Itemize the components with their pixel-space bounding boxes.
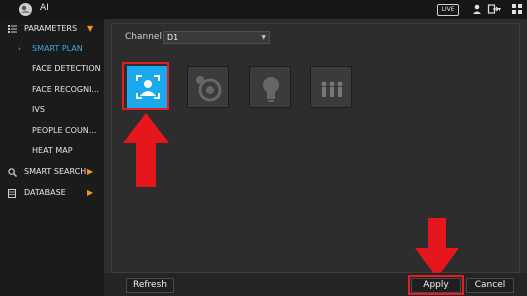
exit-caret-icon[interactable]: ▾ (498, 6, 501, 13)
camera-lens-icon (196, 76, 222, 102)
face-detection-highlight (122, 62, 169, 110)
channel-label: Channel (125, 32, 162, 42)
sidebar-item-face-detection[interactable]: FACE DETECTION (0, 59, 104, 79)
sidebar-item-people-counting[interactable]: PEOPLE COUN... (0, 121, 104, 141)
chevron-right-icon: › (18, 45, 21, 53)
sidebar-item-label: FACE DETECTION (32, 64, 101, 73)
list-icon (8, 25, 17, 33)
up-arrow-annotation-icon (123, 113, 169, 187)
chevron-right-icon: ▶ (87, 188, 94, 197)
down-arrow-annotation-icon (415, 218, 459, 278)
grid-icon[interactable] (511, 3, 523, 15)
sidebar-section-parameters[interactable]: PARAMETERS ▼ (0, 19, 104, 39)
sidebar-item-label: FACE RECOGNI... (32, 85, 100, 94)
sidebar-item-ivs[interactable]: IVS (0, 100, 104, 120)
search-icon (8, 168, 17, 177)
chevron-down-icon: ▼ (87, 24, 94, 33)
sidebar-section-smart-search[interactable]: SMART SEARCH ▶ (0, 162, 104, 182)
sidebar-item-label: SMART PLAN (32, 44, 83, 53)
sidebar-item-smart-plan[interactable]: › SMART PLAN (0, 39, 104, 59)
sidebar-section-label: PARAMETERS (24, 24, 78, 33)
plan-tile-lens[interactable] (187, 66, 229, 108)
sidebar-section-database[interactable]: DATABASE ▶ (0, 183, 104, 203)
top-bar: AI LIVE ▾ (0, 0, 527, 19)
database-icon (8, 189, 16, 198)
refresh-button[interactable]: Refresh (126, 278, 174, 293)
sidebar-item-label: PEOPLE COUN... (32, 126, 97, 135)
user-icon[interactable] (471, 3, 483, 15)
app-title: AI (40, 3, 49, 13)
people-counting-icon (321, 81, 343, 97)
sidebar-item-face-recognition[interactable]: FACE RECOGNI... (0, 80, 104, 100)
apply-highlight (408, 275, 464, 295)
sidebar-section-label: SMART SEARCH (24, 167, 87, 176)
sidebar-section-label: DATABASE (24, 188, 66, 197)
channel-select-value: D1 (167, 33, 179, 42)
channel-select[interactable]: D1 ▼ (163, 31, 270, 44)
live-button[interactable]: LIVE (437, 4, 459, 16)
sidebar-item-heat-map[interactable]: HEAT MAP (0, 141, 104, 161)
plan-tile-heat[interactable] (249, 66, 291, 108)
lightbulb-icon (263, 77, 279, 102)
chevron-down-icon: ▼ (261, 34, 266, 41)
sidebar-item-label: IVS (32, 105, 45, 114)
plan-tile-people[interactable] (310, 66, 352, 108)
logo-icon (19, 3, 32, 16)
chevron-right-icon: ▶ (87, 167, 94, 176)
cancel-button[interactable]: Cancel (466, 278, 514, 293)
sidebar-item-label: HEAT MAP (32, 146, 73, 155)
